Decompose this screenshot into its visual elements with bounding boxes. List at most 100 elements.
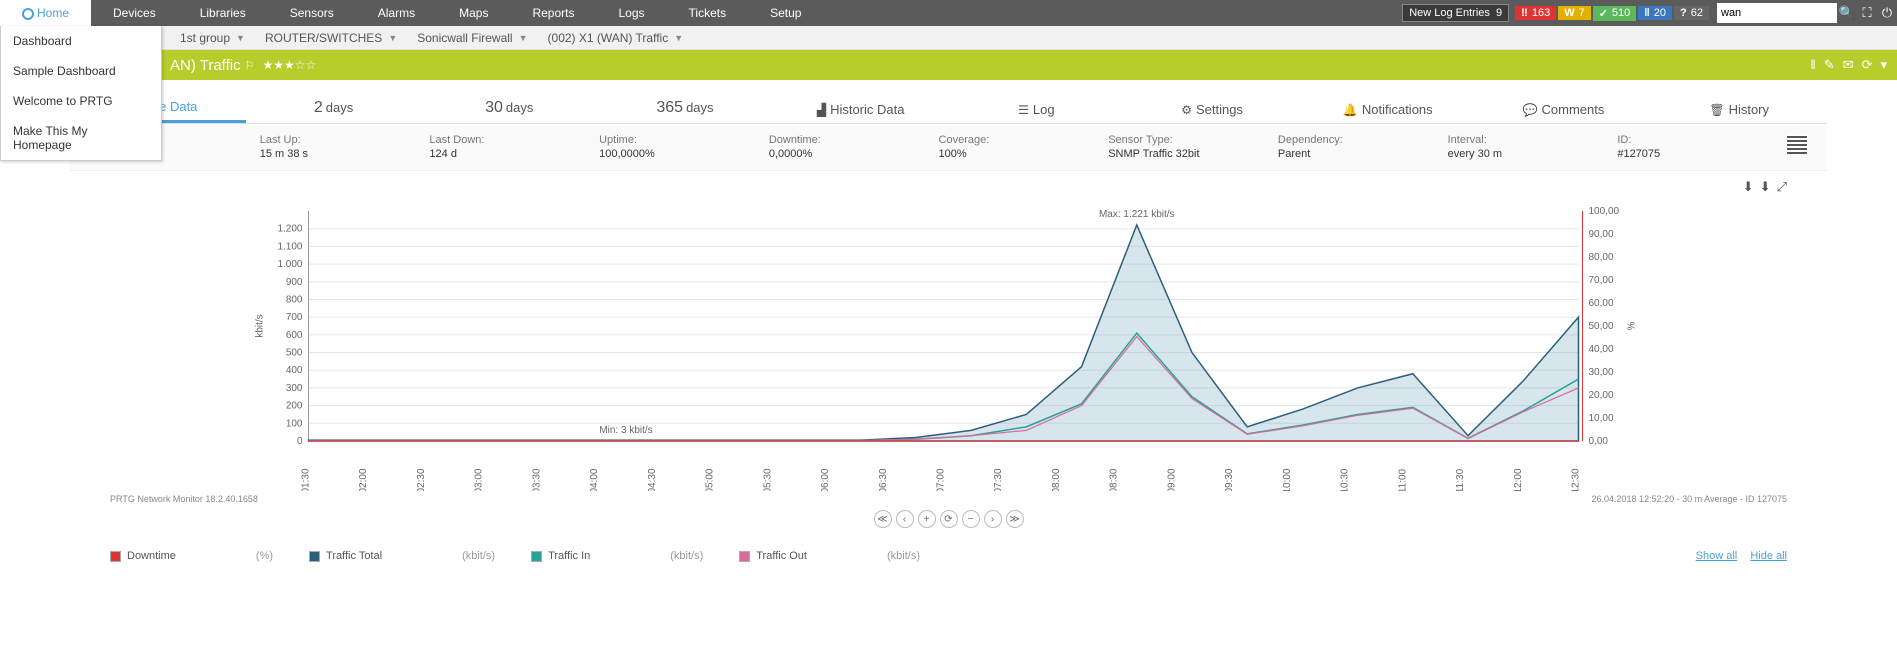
new-log-entries[interactable]: New Log Entries 9 — [1402, 4, 1509, 22]
svg-text:50,00: 50,00 — [1589, 321, 1614, 332]
legend-hide-all[interactable]: Hide all — [1750, 550, 1787, 562]
stat-interval: Interval:every 30 m — [1448, 134, 1618, 160]
svg-text:06:00: 06:00 — [820, 468, 831, 491]
expand-icon[interactable]: ⤢ — [1777, 179, 1787, 195]
svg-text:10,00: 10,00 — [1589, 413, 1614, 424]
stat-sensor-type: Sensor Type:SNMP Traffic 32bit — [1108, 134, 1278, 160]
refresh-icon[interactable]: ⟳ — [1862, 57, 1873, 73]
svg-text:12:30: 12:30 — [1571, 468, 1582, 491]
priority-stars[interactable]: ★★★☆☆ — [262, 58, 316, 72]
edit-icon[interactable]: ✎ — [1824, 57, 1835, 73]
nav-reports[interactable]: Reports — [510, 0, 596, 26]
crumb-device[interactable]: Sonicwall Firewall▼ — [407, 31, 537, 45]
status-up[interactable]: ✓510 — [1593, 6, 1637, 21]
tab-log[interactable]: ☰Log — [949, 102, 1125, 123]
svg-text:08:30: 08:30 — [1109, 468, 1120, 491]
crumb-group[interactable]: 1st group▼ — [170, 31, 255, 45]
svg-text:08:00: 08:00 — [1051, 468, 1062, 491]
nav-alarms[interactable]: Alarms — [356, 0, 437, 26]
stat-last-down: Last Down:124 d — [429, 134, 599, 160]
legend-downtime[interactable]: Downtime(%) — [110, 550, 273, 562]
legend-traffic-out[interactable]: Traffic Out(kbit/s) — [739, 550, 920, 562]
nav-prev[interactable]: ‹ — [896, 510, 914, 528]
svg-text:300: 300 — [286, 383, 303, 394]
menu-dashboard[interactable]: Dashboard — [1, 26, 161, 56]
svg-text:800: 800 — [286, 294, 303, 305]
stat-uptime: Uptime:100,0000% — [599, 134, 769, 160]
svg-text:07:00: 07:00 — [936, 468, 947, 491]
svg-text:09:00: 09:00 — [1166, 468, 1177, 491]
svg-text:10:00: 10:00 — [1282, 468, 1293, 491]
svg-text:0: 0 — [297, 436, 303, 447]
nav-reset[interactable]: ⟳ — [940, 510, 958, 528]
top-nav: Home Devices Libraries Sensors Alarms Ma… — [0, 0, 1897, 26]
tab-30-days[interactable]: 30days — [421, 99, 597, 123]
menu-make-homepage[interactable]: Make This My Homepage — [1, 116, 161, 160]
status-down[interactable]: ‼163 — [1515, 6, 1556, 20]
nav-first[interactable]: ≪ — [874, 510, 892, 528]
chart-footer-left: PRTG Network Monitor 18.2.40.1658 — [110, 494, 258, 504]
svg-text:80,00: 80,00 — [1589, 252, 1614, 263]
line-chart: 01002003004005006007008009001.0001.1001.… — [110, 201, 1787, 491]
tab-history[interactable]: 🗑History — [1651, 102, 1827, 123]
tab-historic-data[interactable]: ▟Historic Data — [773, 102, 949, 123]
flag-icon[interactable]: ⚐ — [245, 59, 255, 72]
title-bar: AN) Traffic ⚐ ★★★☆☆ ‖ ✎ ✉ ⟳ ▾ — [0, 50, 1897, 80]
nav-maps[interactable]: Maps — [437, 0, 510, 26]
legend-show-all[interactable]: Show all — [1696, 550, 1738, 562]
nav-zoom-in[interactable]: + — [918, 510, 936, 528]
download-alt-icon[interactable]: ⬇ — [1760, 179, 1771, 195]
nav-sensors[interactable]: Sensors — [268, 0, 356, 26]
chart-footer-right: 26.04.2018 12:52:20 - 30 m Average - ID … — [1592, 494, 1787, 504]
status-unknown[interactable]: ?62 — [1674, 6, 1709, 20]
menu-welcome[interactable]: Welcome to PRTG — [1, 86, 161, 116]
bell-icon: 🔔 — [1343, 103, 1358, 117]
legend-traffic-total[interactable]: Traffic Total(kbit/s) — [309, 550, 495, 562]
crumb-sensor[interactable]: (002) X1 (WAN) Traffic▼ — [538, 31, 694, 45]
status-paused[interactable]: ‖20 — [1638, 6, 1672, 20]
stat-last-up: Last Up:15 m 38 s — [260, 134, 430, 160]
svg-text:04:30: 04:30 — [647, 468, 658, 491]
tab-2-days[interactable]: 2days — [246, 99, 422, 123]
mail-icon[interactable]: ✉ — [1843, 57, 1854, 73]
svg-text:600: 600 — [286, 330, 303, 341]
svg-text:11:30: 11:30 — [1455, 468, 1466, 491]
stat-id: ID:#127075 — [1617, 134, 1787, 160]
chevron-down-icon[interactable]: ▾ — [1880, 57, 1887, 73]
pause-icon[interactable]: ‖ — [1810, 57, 1815, 73]
power-icon[interactable]: ⏻ — [1877, 5, 1897, 21]
crumb-router[interactable]: ROUTER/SWITCHES▼ — [255, 31, 407, 45]
svg-text:700: 700 — [286, 312, 303, 323]
svg-text:01:30: 01:30 — [301, 468, 312, 491]
chevron-down-icon: ▼ — [236, 33, 245, 43]
nav-tickets[interactable]: Tickets — [667, 0, 749, 26]
svg-text:1.100: 1.100 — [277, 241, 302, 252]
tab-365-days[interactable]: 365days — [597, 99, 773, 123]
chart-legend: Downtime(%) Traffic Total(kbit/s) Traffi… — [70, 538, 1827, 574]
qr-icon[interactable] — [1787, 134, 1807, 154]
svg-text:90,00: 90,00 — [1589, 229, 1614, 240]
nav-home[interactable]: Home — [0, 0, 91, 26]
svg-text:900: 900 — [286, 277, 303, 288]
download-icon[interactable]: ⬇ — [1743, 179, 1754, 195]
nav-zoom-out[interactable]: − — [962, 510, 980, 528]
tab-settings[interactable]: ⚙Settings — [1124, 102, 1300, 123]
tab-notifications[interactable]: 🔔Notifications — [1300, 102, 1476, 123]
legend-traffic-in[interactable]: Traffic In(kbit/s) — [531, 550, 703, 562]
status-warning[interactable]: W7 — [1558, 6, 1591, 20]
fullscreen-icon[interactable]: ⛶ — [1857, 5, 1877, 21]
nav-devices[interactable]: Devices — [91, 0, 178, 26]
nav-libraries[interactable]: Libraries — [178, 0, 268, 26]
tab-comments[interactable]: 💬Comments — [1476, 102, 1652, 123]
nav-setup[interactable]: Setup — [748, 0, 823, 26]
svg-text:30,00: 30,00 — [1589, 367, 1614, 378]
nav-next[interactable]: › — [984, 510, 1002, 528]
search-icon[interactable]: 🔍 — [1837, 5, 1857, 21]
home-icon — [22, 8, 34, 20]
nav-last[interactable]: ≫ — [1006, 510, 1024, 528]
search-input[interactable] — [1717, 3, 1837, 23]
nav-logs[interactable]: Logs — [596, 0, 666, 26]
svg-text:40,00: 40,00 — [1589, 344, 1614, 355]
svg-text:06:30: 06:30 — [878, 468, 889, 491]
menu-sample-dashboard[interactable]: Sample Dashboard — [1, 56, 161, 86]
